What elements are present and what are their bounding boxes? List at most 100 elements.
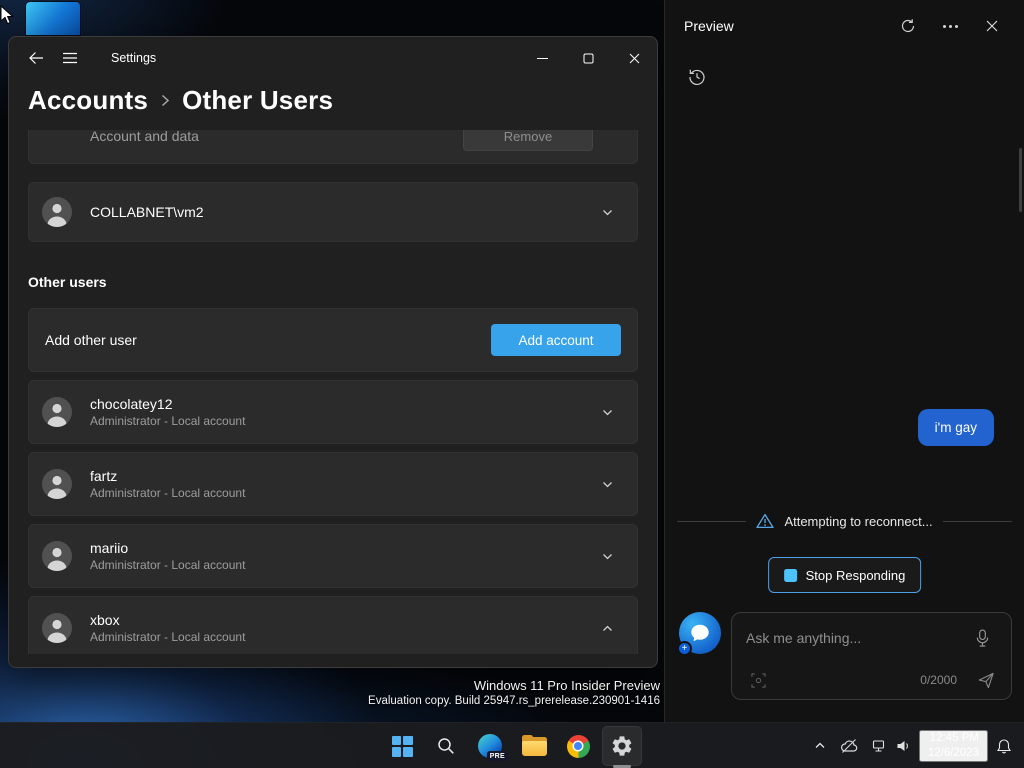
collapse-button[interactable] — [593, 622, 621, 635]
tray-overflow-button[interactable] — [808, 728, 832, 764]
navigation-menu-button[interactable] — [53, 43, 87, 73]
copilot-close-button[interactable] — [976, 10, 1008, 42]
expand-button[interactable] — [593, 478, 621, 491]
settings-window: Settings Accounts Other Users Account an… — [8, 36, 658, 668]
history-icon — [689, 69, 705, 85]
reconnect-text: Attempting to reconnect... — [784, 513, 933, 529]
back-arrow-icon — [29, 52, 43, 64]
file-explorer-button[interactable] — [514, 726, 554, 766]
chevron-up-icon — [602, 625, 612, 631]
breadcrumb-accounts[interactable]: Accounts — [28, 85, 148, 116]
edge-pre-badge: PRE — [486, 751, 508, 761]
minimize-button[interactable] — [519, 37, 565, 79]
maximize-icon — [583, 53, 593, 63]
expand-button[interactable] — [593, 550, 621, 563]
mic-button[interactable] — [965, 623, 999, 653]
expand-button[interactable] — [593, 206, 621, 219]
clock[interactable]: 12:45 PM 12/6/2023 — [918, 729, 988, 763]
chevron-down-icon — [602, 209, 612, 215]
refresh-button[interactable] — [892, 10, 924, 42]
watermark-line1: Windows 11 Pro Insider Preview — [473, 678, 660, 693]
add-screenshot-button[interactable] — [746, 669, 770, 691]
chevron-down-icon — [602, 409, 612, 415]
avatar — [42, 197, 72, 227]
settings-content: Account and data Remove COLLABNET\vm2 Ot… — [9, 130, 657, 654]
chrome-button[interactable] — [558, 726, 598, 766]
user-detail: Administrator - Local account — [90, 558, 246, 572]
folder-icon — [521, 735, 547, 756]
hamburger-icon — [63, 52, 77, 64]
windows-logo-icon — [391, 735, 413, 757]
volume-icon — [897, 741, 908, 751]
maximize-button[interactable] — [565, 37, 611, 79]
work-account-row[interactable]: COLLABNET\vm2 — [28, 182, 638, 242]
taskbar: PRE 12:45 PM 12/6/2023 — [0, 722, 1024, 768]
more-options-button[interactable] — [934, 10, 966, 42]
onedrive-tray-button[interactable] — [834, 728, 864, 764]
copilot-title: Preview — [684, 18, 734, 34]
user-detail: Administrator - Local account — [90, 414, 246, 428]
breadcrumb-other-users: Other Users — [182, 85, 334, 115]
copilot-panel: Preview i'm gay Attempting to reconnect.… — [664, 0, 1024, 722]
user-row-fartz[interactable]: fartz Administrator - Local account — [28, 452, 638, 516]
gear-icon — [612, 736, 632, 756]
close-button[interactable] — [611, 37, 657, 79]
ellipsis-icon — [942, 24, 958, 28]
watermark-line2: Evaluation copy. Build 25947.rs_prerelea… — [368, 695, 660, 707]
background-window-thumbnail[interactable] — [26, 2, 80, 35]
caption-buttons — [519, 37, 657, 79]
person-icon — [47, 203, 67, 227]
user-row-chocolatey12[interactable]: chocolatey12 Administrator - Local accou… — [28, 380, 638, 444]
user-name: xbox — [90, 612, 120, 628]
close-icon — [986, 20, 998, 32]
chat-bubble-icon — [691, 624, 709, 642]
expand-button[interactable] — [593, 406, 621, 419]
avatar — [42, 613, 72, 643]
account-name: COLLABNET\vm2 — [90, 204, 204, 220]
network-volume-button[interactable] — [866, 728, 917, 764]
stop-icon — [783, 568, 797, 582]
refresh-icon — [901, 19, 915, 33]
person-icon — [47, 475, 67, 499]
taskbar-app-icons: PRE — [382, 726, 642, 766]
notification-center-button[interactable] — [990, 728, 1018, 764]
edge-icon: PRE — [478, 734, 508, 761]
person-icon — [47, 547, 67, 571]
send-button[interactable] — [973, 669, 999, 691]
edge-button[interactable]: PRE — [470, 726, 510, 766]
minimize-icon — [536, 57, 548, 59]
send-icon — [978, 672, 994, 688]
system-tray: 12:45 PM 12/6/2023 — [808, 723, 1018, 768]
user-row-xbox[interactable]: xbox Administrator - Local account — [28, 596, 638, 654]
account-and-data-row[interactable]: Account and data Remove — [28, 130, 638, 164]
remove-button[interactable]: Remove — [463, 130, 593, 151]
network-icon — [872, 740, 884, 752]
scrollbar-thumb[interactable] — [1019, 148, 1022, 212]
user-name: mariio — [90, 540, 129, 556]
back-button[interactable] — [19, 43, 53, 73]
desktop-watermark: Windows 11 Pro Insider Preview Evaluatio… — [368, 678, 660, 707]
search-button[interactable] — [426, 726, 466, 766]
chat-input[interactable] — [746, 630, 965, 646]
mouse-cursor-icon — [0, 5, 14, 25]
user-name: chocolatey12 — [90, 396, 173, 412]
microphone-icon — [976, 629, 988, 647]
user-detail: Administrator - Local account — [90, 486, 246, 500]
copilot-header: Preview — [665, 0, 1024, 52]
start-button[interactable] — [382, 726, 422, 766]
add-other-user-label: Add other user — [45, 332, 137, 348]
add-account-button[interactable]: Add account — [491, 324, 621, 356]
bell-icon — [997, 739, 1011, 754]
chrome-icon — [566, 734, 590, 758]
warning-icon — [756, 513, 775, 529]
user-row-mariio[interactable]: mariio Administrator - Local account — [28, 524, 638, 588]
reconnect-status: Attempting to reconnect... — [665, 513, 1024, 529]
stop-responding-button[interactable]: Stop Responding — [767, 557, 922, 593]
settings-titlebar: Settings — [9, 37, 657, 79]
tray-time: 12:45 PM — [929, 731, 979, 744]
account-and-data-label: Account and data — [90, 130, 199, 144]
close-icon — [629, 53, 639, 63]
settings-app-button[interactable] — [602, 726, 642, 766]
chat-history-button[interactable] — [680, 62, 714, 92]
avatar — [42, 469, 72, 499]
